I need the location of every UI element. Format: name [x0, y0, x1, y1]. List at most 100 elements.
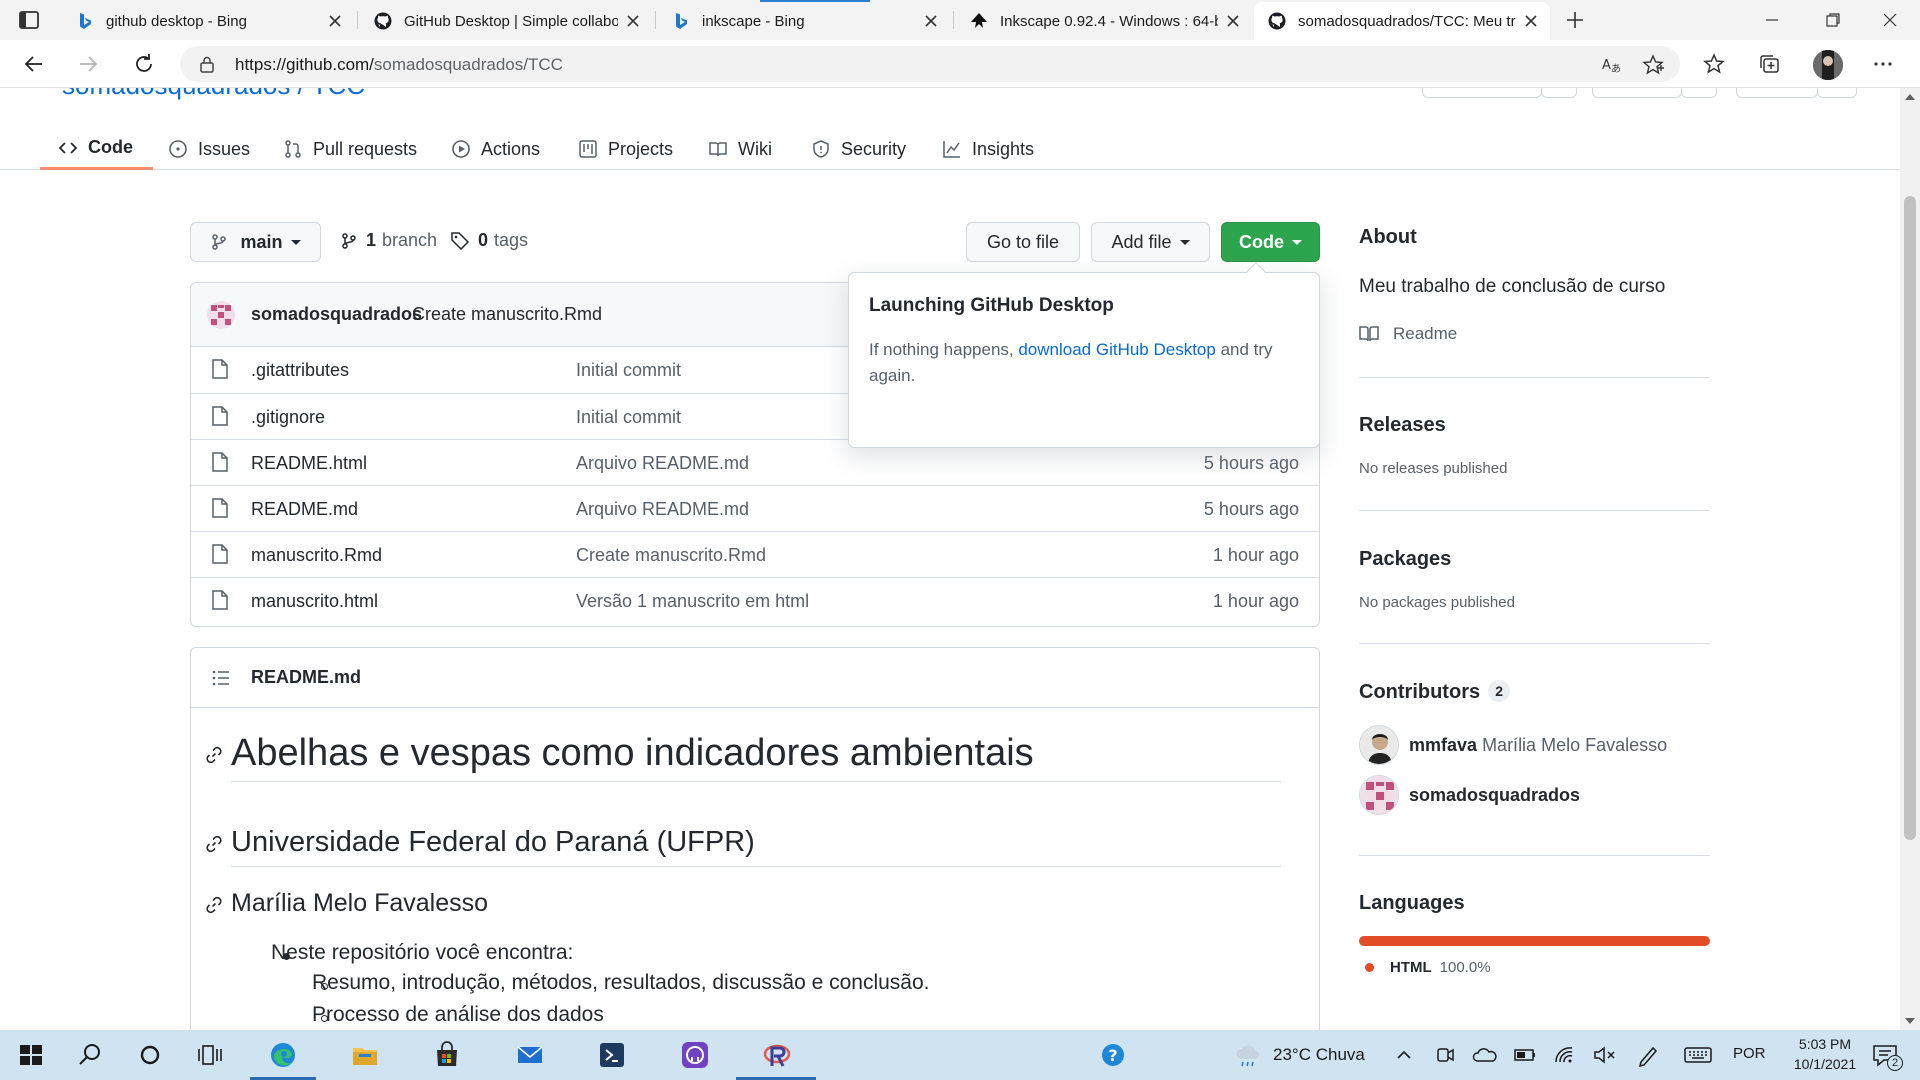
input-language[interactable]: POR	[1733, 1045, 1766, 1062]
repo-title[interactable]: somadosquadrados / TCC	[62, 88, 365, 101]
address-bar[interactable]: https://github.com/somadosquadrados/TCC …	[180, 46, 1680, 82]
back-arrow-icon[interactable]	[22, 52, 46, 76]
clock[interactable]: 5:03 PM 10/1/2021	[1780, 1034, 1870, 1074]
read-aloud-icon[interactable]: Aあ	[1600, 54, 1622, 76]
commit-message[interactable]: Create manuscrito.Rmd	[412, 304, 602, 325]
pen-icon[interactable]	[1633, 1040, 1663, 1070]
tab-issues[interactable]: Issues	[168, 128, 250, 170]
file-commit-message[interactable]: Versão 1 manuscrito em html	[576, 591, 809, 612]
refresh-icon[interactable]	[132, 52, 156, 76]
file-explorer-icon[interactable]	[350, 1040, 380, 1070]
mail-icon[interactable]	[515, 1040, 545, 1070]
close-icon[interactable]	[1524, 14, 1538, 28]
volume-muted-icon[interactable]	[1590, 1040, 1620, 1070]
favorite-star-icon[interactable]	[1642, 54, 1664, 76]
contributors-heading[interactable]: Contributors 2	[1359, 680, 1511, 704]
fork-button[interactable]	[1736, 88, 1818, 98]
task-view-icon[interactable]	[195, 1040, 225, 1070]
releases-heading[interactable]: Releases	[1359, 414, 1446, 437]
scroll-up-arrow-icon[interactable]	[1905, 94, 1915, 100]
file-name[interactable]: manuscrito.html	[251, 591, 378, 612]
scroll-thumb[interactable]	[1904, 196, 1916, 840]
edge-browser-icon[interactable]	[268, 1040, 298, 1070]
weather-rain-icon[interactable]	[1233, 1040, 1263, 1070]
browser-tab-4[interactable]: Inkscape 0.92.4 - Windows : 64-bi	[956, 2, 1252, 40]
anchor-link-icon[interactable]	[205, 746, 223, 764]
microsoft-store-icon[interactable]	[432, 1040, 462, 1070]
collections-icon[interactable]	[1757, 52, 1781, 76]
file-row[interactable]: README.md Arquivo README.md 5 hours ago	[191, 485, 1319, 531]
onedrive-icon[interactable]	[1470, 1040, 1500, 1070]
new-tab-icon[interactable]	[1563, 8, 1587, 32]
add-file-button[interactable]: Add file	[1091, 222, 1210, 262]
file-name[interactable]: manuscrito.Rmd	[251, 545, 382, 566]
contributor-entry[interactable]: mmfava Marília Melo Favalesso	[1409, 735, 1667, 756]
tab-actions[interactable]: Actions	[451, 128, 540, 170]
author-avatar[interactable]	[207, 301, 235, 329]
star-caret-button[interactable]	[1681, 88, 1717, 98]
tags-link[interactable]: 0 tags	[450, 230, 528, 251]
go-to-file-button[interactable]: Go to file	[966, 222, 1080, 262]
battery-icon[interactable]	[1510, 1040, 1540, 1070]
close-icon[interactable]	[1226, 14, 1240, 28]
language-entry[interactable]: HTML 100.0%	[1359, 959, 1491, 976]
file-commit-message[interactable]: Arquivo README.md	[576, 453, 749, 474]
restore-icon[interactable]	[1823, 10, 1843, 30]
touch-keyboard-icon[interactable]	[1683, 1040, 1713, 1070]
r-gui-icon[interactable]	[762, 1040, 792, 1070]
tab-security[interactable]: Security	[811, 128, 906, 170]
file-name[interactable]: README.md	[251, 499, 358, 520]
code-download-button[interactable]: Code	[1221, 222, 1320, 262]
tab-wiki[interactable]: Wiki	[708, 128, 772, 170]
file-commit-message[interactable]: Create manuscrito.Rmd	[576, 545, 766, 566]
wifi-icon[interactable]	[1550, 1040, 1580, 1070]
more-menu-icon[interactable]	[1871, 52, 1895, 76]
contributor-avatar[interactable]	[1359, 775, 1399, 815]
download-github-desktop-link[interactable]: download GitHub Desktop	[1018, 340, 1216, 359]
file-commit-message[interactable]: Initial commit	[576, 407, 681, 428]
windows-start-icon[interactable]	[16, 1040, 46, 1070]
file-commit-message[interactable]: Arquivo README.md	[576, 499, 749, 520]
window-close-icon[interactable]	[1880, 10, 1900, 30]
packages-heading[interactable]: Packages	[1359, 548, 1451, 571]
minimize-icon[interactable]	[1762, 10, 1782, 30]
help-icon[interactable]: ?	[1098, 1040, 1128, 1070]
browser-tab-2[interactable]: GitHub Desktop | Simple collabo	[360, 2, 652, 40]
close-icon[interactable]	[924, 14, 938, 28]
profile-avatar[interactable]	[1813, 50, 1843, 80]
browser-tab-3[interactable]: inkscape - Bing	[658, 2, 950, 40]
close-icon[interactable]	[328, 14, 342, 28]
forward-arrow-icon[interactable]	[76, 52, 100, 76]
file-row[interactable]: manuscrito.html Versão 1 manuscrito em h…	[191, 577, 1319, 623]
search-icon[interactable]	[75, 1040, 105, 1070]
branch-select-button[interactable]: main	[190, 222, 321, 262]
contributor-entry[interactable]: somadosquadrados	[1409, 785, 1580, 806]
file-name[interactable]: .gitattributes	[251, 360, 349, 381]
star-button[interactable]	[1592, 88, 1682, 98]
tab-actions-icon[interactable]	[18, 9, 40, 31]
weather-text[interactable]: 23°C Chuva	[1273, 1045, 1365, 1065]
cortana-icon[interactable]	[135, 1040, 165, 1070]
browser-tab-5-active[interactable]: somadosquadrados/TCC: Meu tra	[1254, 2, 1550, 40]
file-name[interactable]: .gitignore	[251, 407, 325, 428]
meet-now-icon[interactable]	[1430, 1040, 1460, 1070]
anchor-link-icon[interactable]	[205, 896, 223, 914]
favorites-icon[interactable]	[1702, 52, 1726, 76]
watch-caret-button[interactable]	[1541, 88, 1577, 98]
lock-icon[interactable]	[198, 55, 216, 73]
readme-link[interactable]: Readme	[1359, 324, 1457, 344]
github-desktop-icon[interactable]	[680, 1040, 710, 1070]
tab-projects[interactable]: Projects	[578, 128, 673, 170]
anchor-link-icon[interactable]	[205, 835, 223, 853]
powershell-icon[interactable]	[597, 1040, 627, 1070]
file-row[interactable]: manuscrito.Rmd Create manuscrito.Rmd 1 h…	[191, 531, 1319, 577]
scroll-down-arrow-icon[interactable]	[1905, 1018, 1915, 1024]
commit-author[interactable]: somadosquadrados	[251, 304, 422, 325]
branches-link[interactable]: 1 branch	[340, 230, 437, 251]
chevron-up-icon[interactable]	[1389, 1040, 1419, 1070]
watch-button[interactable]	[1422, 88, 1542, 98]
tab-insights[interactable]: Insights	[942, 128, 1034, 170]
page-scrollbar[interactable]	[1900, 88, 1920, 1030]
file-name[interactable]: README.html	[251, 453, 367, 474]
tab-pull-requests[interactable]: Pull requests	[283, 128, 417, 170]
